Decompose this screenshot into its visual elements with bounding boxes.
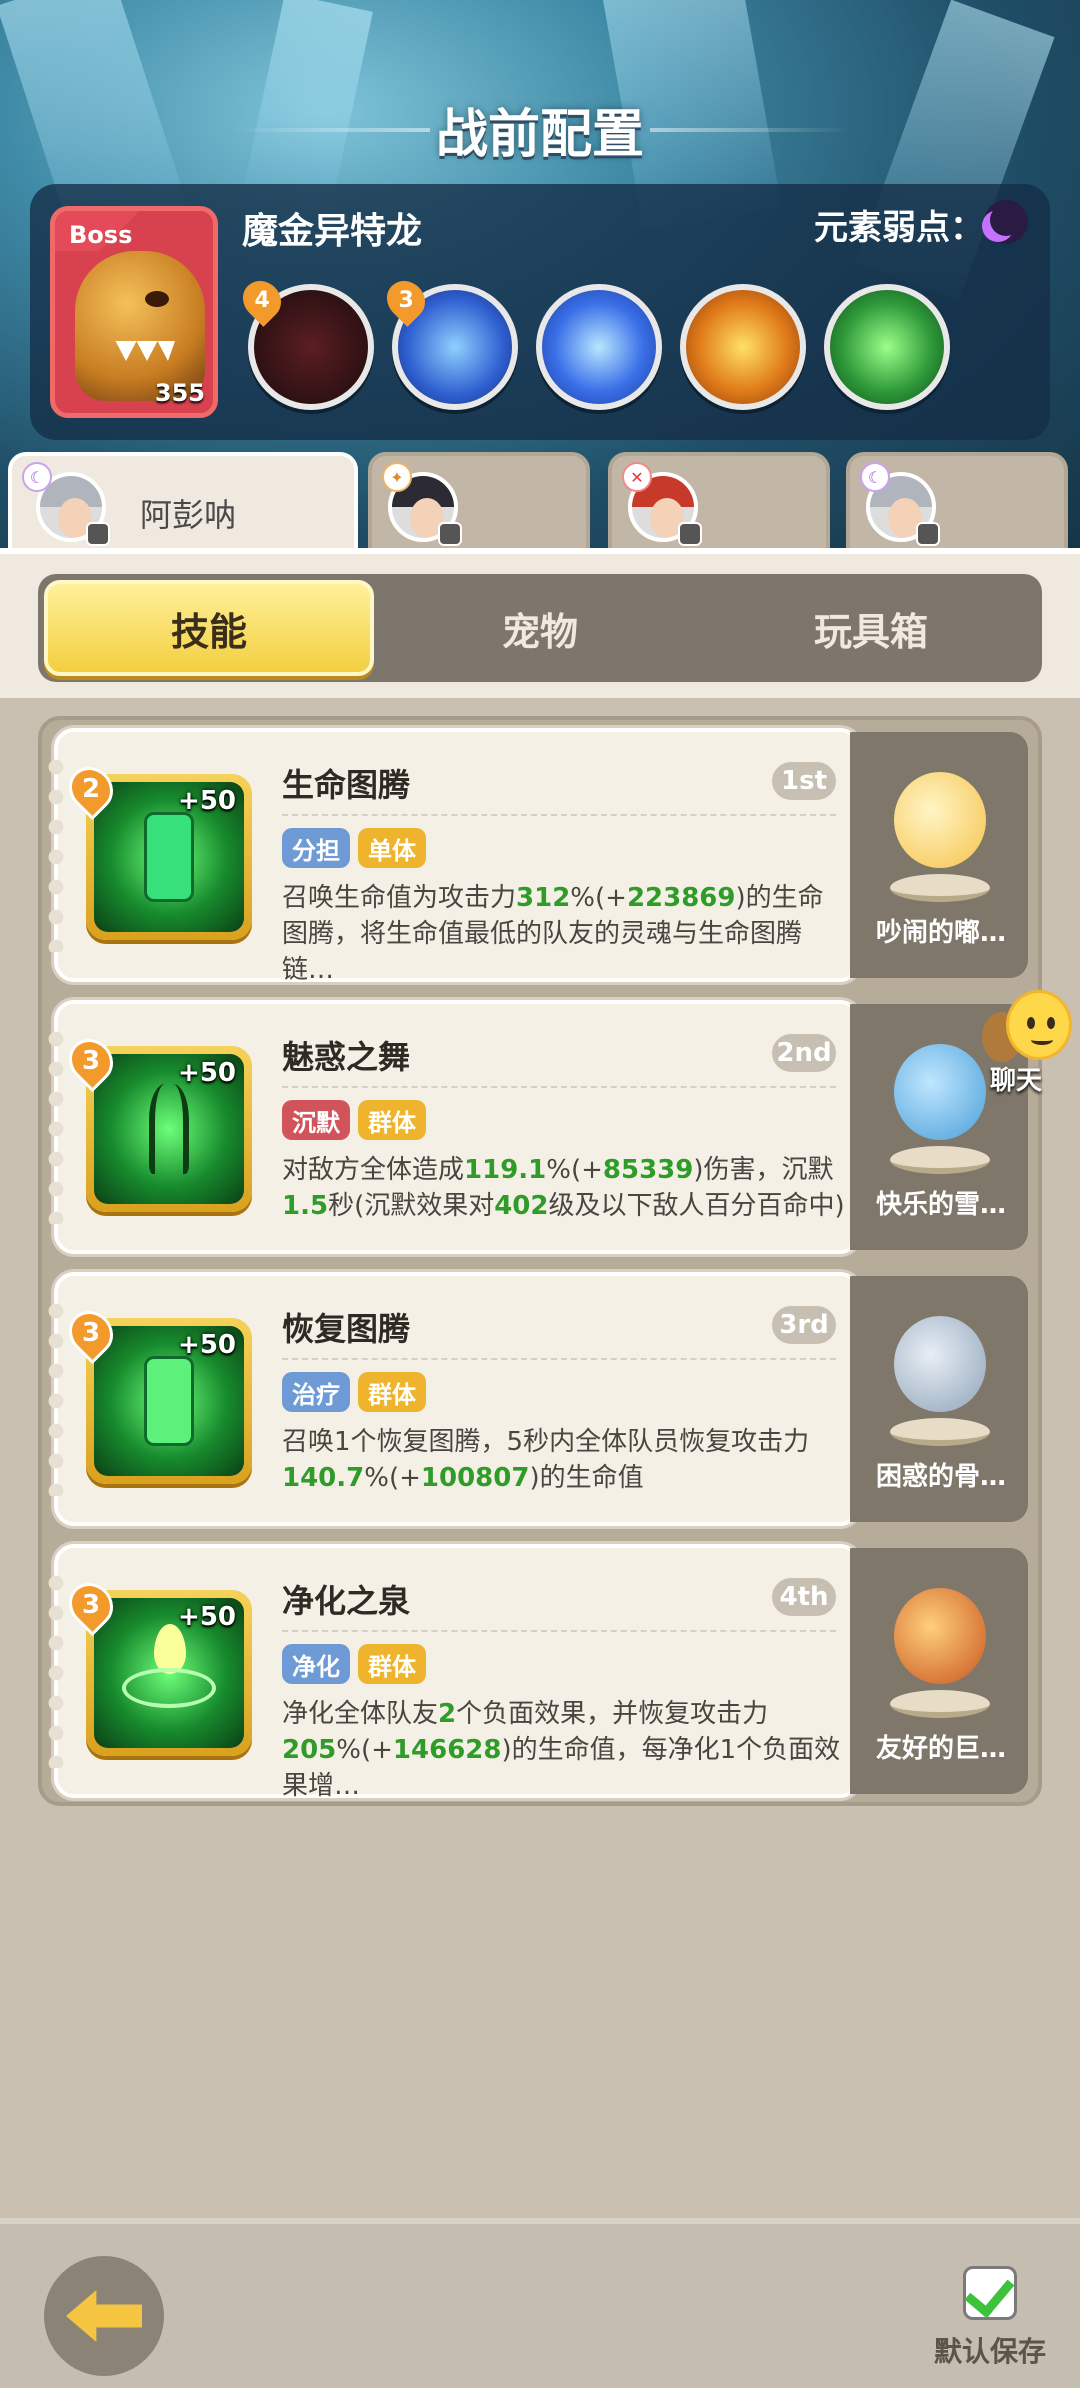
pet-name: 吵闹的嘟… [875,918,1006,948]
list-item: +50 3 恢复图腾 3rd 治疗 群体 召唤1个恢复图腾，5秒内全体队员恢复攻… [46,1272,1034,1526]
skill-tag: 单体 [358,828,426,868]
boss-tag: Boss [55,211,155,251]
skill-tag: 群体 [358,1100,426,1140]
hero-name: 阿彭呐 [140,496,237,534]
page-title: 战前配置 [435,105,644,165]
default-save-label: 默认保存 [933,2335,1046,2368]
skill-card[interactable]: +50 3 恢复图腾 3rd 治疗 群体 召唤1个恢复图腾，5秒内全体队员恢复攻… [46,1272,860,1526]
skill-tag: 治疗 [282,1372,350,1412]
checkbox-icon [963,2266,1017,2320]
order-badge: 1st [772,762,836,800]
element-icon: ☾ [22,462,52,492]
pet-name: 快乐的雪… [875,1190,1006,1220]
hero-tabs: ☾ 阿彭呐 ✦ ✕ ☾ [0,452,1080,552]
skill-name: 生命图腾 [282,766,411,804]
hero-tab-4[interactable]: ☾ [846,452,1068,552]
pet-name: 困惑的骨… [875,1462,1006,1492]
skill-card[interactable]: +50 2 生命图腾 1st 分担 单体 召唤生命值为攻击力312%(+2238… [46,728,860,984]
weapon-icon [86,522,110,546]
green-slime-icon[interactable] [824,284,950,410]
tab-toybox[interactable]: 玩具箱 [706,580,1036,676]
order-badge: 4th [772,1578,836,1616]
boss-info-panel: Boss 355 魔金异特龙 元素弱点： 4 3 [30,184,1050,440]
lightning-claw-icon[interactable]: 3 [379,273,518,410]
tab-skills[interactable]: 技能 [44,580,374,676]
weapon-icon [678,522,702,546]
back-arrow-icon [66,2290,142,2342]
pet-image [880,1296,1000,1446]
list-item: +50 3 净化之泉 4th 净化 群体 净化全体队友2个负面效果，并恢复攻击力… [46,1544,1034,1800]
hero-tab-1[interactable]: ☾ 阿彭呐 [8,452,358,552]
weakness-label: 元素弱点： [814,208,984,248]
pet-image [880,1568,1000,1718]
hero-tab-3[interactable]: ✕ [608,452,830,552]
list-item: +50 3 魅惑之舞 2nd 沉默 群体 对敌方全体造成119.1%(+8533… [46,1000,1034,1254]
lightning-bolt-icon[interactable] [536,284,662,410]
config-panel: 技能 宠物 玩具箱 [0,548,1080,698]
hero-tab-2[interactable]: ✦ [368,452,590,552]
pet-slot[interactable]: 友好的巨… [850,1548,1028,1794]
skill-name: 恢复图腾 [282,1310,411,1348]
boss-skill-list: 4 3 [235,273,1028,414]
skill-tag: 群体 [358,1372,426,1412]
skill-tag: 沉默 [282,1100,350,1140]
boss-name: 魔金异特龙 [242,211,423,252]
pet-image [880,752,1000,902]
skill-tag: 群体 [358,1644,426,1684]
tab-pets[interactable]: 宠物 [375,580,705,676]
monster-mouth-icon[interactable]: 4 [235,273,374,410]
skill-name: 净化之泉 [282,1582,411,1620]
footer: 默认保存 [0,2218,1080,2388]
moon-icon [984,200,1028,244]
boss-portrait[interactable]: Boss 355 [50,206,218,418]
skill-description: 净化全体队友2个负面效果，并恢复攻击力205%(+146628)的生命值，每净化… [282,1699,841,1800]
weapon-icon [916,522,940,546]
element-icon: ☾ [860,462,890,492]
skill-card[interactable]: +50 3 魅惑之舞 2nd 沉默 群体 对敌方全体造成119.1%(+8533… [46,1000,860,1254]
skill-list: +50 2 生命图腾 1st 分担 单体 召唤生命值为攻击力312%(+2238… [38,716,1042,1806]
pet-slot[interactable]: 困惑的骨… [850,1276,1028,1522]
skill-description: 对敌方全体造成119.1%(+85339)伤害，沉默1.5秒(沉默效果对402级… [282,1155,845,1221]
category-tabs: 技能 宠物 玩具箱 [38,574,1042,682]
skill-tag: 分担 [282,828,350,868]
element-icon: ✦ [382,462,412,492]
pet-slot[interactable]: 吵闹的嘟… [850,732,1028,978]
element-icon: ✕ [622,462,652,492]
skill-description: 召唤1个恢复图腾，5秒内全体队员恢复攻击力140.7%(+100807)的生命值 [282,1427,810,1493]
skill-description: 召唤生命值为攻击力312%(+223869)的生命图腾，将生命值最低的队友的灵魂… [282,883,824,984]
order-badge: 3rd [772,1306,836,1344]
back-button[interactable] [44,2256,164,2376]
boss-level: 355 [154,379,205,407]
weapon-icon [438,522,462,546]
smiley-icon [1006,990,1072,1060]
chat-label: 聊天 [990,1066,1043,1096]
default-save-toggle[interactable]: 默认保存 [930,2266,1050,2376]
spiked-crown-icon[interactable] [680,284,806,410]
skill-name: 魅惑之舞 [282,1038,411,1076]
pet-name: 友好的巨… [875,1734,1006,1764]
skill-tag: 净化 [282,1644,350,1684]
chat-button[interactable]: 聊天 [960,990,1072,1100]
list-item: +50 2 生命图腾 1st 分担 单体 召唤生命值为攻击力312%(+2238… [46,728,1034,984]
order-badge: 2nd [772,1034,836,1072]
skill-card[interactable]: +50 3 净化之泉 4th 净化 群体 净化全体队友2个负面效果，并恢复攻击力… [46,1544,860,1800]
